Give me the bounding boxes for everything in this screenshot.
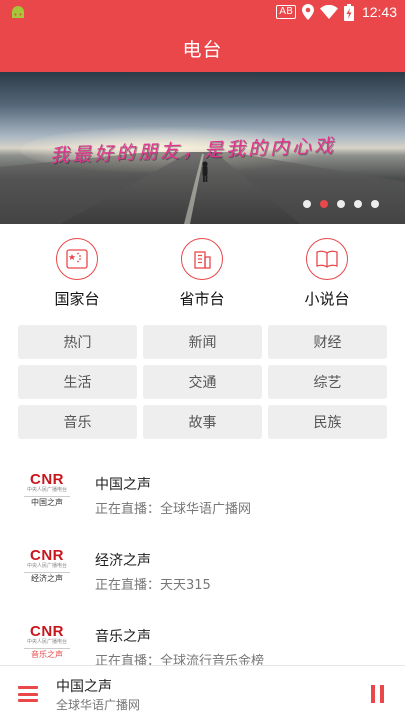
logo-mini-text: 中央人民广播电台 xyxy=(26,639,67,645)
station-logo: CNR 中央人民广播电台 中国之声 xyxy=(18,472,76,516)
tag-variety[interactable]: 综艺 xyxy=(268,365,387,399)
building-icon xyxy=(181,238,223,280)
tag-grid: 热门 新闻 财经 生活 交通 综艺 音乐 故事 民族 xyxy=(18,325,387,439)
logo-sub-text: 中国之声 xyxy=(24,496,70,509)
logo-cnr-text: CNR xyxy=(30,547,64,564)
category-label: 省市台 xyxy=(179,290,225,308)
logo-sub-text: 音乐之声 xyxy=(24,648,70,661)
carousel-dot[interactable] xyxy=(303,200,311,208)
battery-charging-icon xyxy=(343,3,354,21)
station-list: CNR 中央人民广播电台 中国之声 中国之声 正在直播：全球华语广播网 CNR … xyxy=(0,456,405,666)
category-national[interactable]: 国家台 xyxy=(32,238,122,309)
tag-traffic[interactable]: 交通 xyxy=(143,365,262,399)
station-logo: CNR 中央人民广播电台 音乐之声 xyxy=(18,624,76,666)
app-bar: 电台 xyxy=(0,24,405,72)
pause-icon[interactable] xyxy=(371,685,385,703)
logo-cnr-text: CNR xyxy=(30,623,64,640)
banner-carousel[interactable]: 我最好的朋友，是我的内心戏 xyxy=(0,72,405,224)
status-bar: AB 12:43 xyxy=(0,0,405,24)
tag-life[interactable]: 生活 xyxy=(18,365,137,399)
mini-player[interactable]: 中国之声 全球华语广播网 xyxy=(0,665,405,721)
station-now-playing: 正在直播：全球流行音乐金榜 xyxy=(95,654,265,666)
station-item[interactable]: CNR 中央人民广播电台 经济之声 经济之声 正在直播：天天315 xyxy=(0,532,405,608)
logo-mini-text: 中央人民广播电台 xyxy=(26,487,67,493)
location-icon xyxy=(301,4,314,20)
android-icon xyxy=(12,6,24,18)
carousel-dot[interactable] xyxy=(337,200,345,208)
tag-finance[interactable]: 财经 xyxy=(268,325,387,359)
carousel-dot-active[interactable] xyxy=(320,200,328,208)
category-label: 小说台 xyxy=(304,290,350,308)
book-icon xyxy=(306,238,348,280)
menu-icon[interactable] xyxy=(18,686,38,702)
station-item[interactable]: CNR 中央人民广播电台 音乐之声 音乐之声 正在直播：全球流行音乐金榜 xyxy=(0,608,405,666)
station-name: 经济之声 xyxy=(95,553,151,569)
tag-music[interactable]: 音乐 xyxy=(18,405,137,439)
status-time: 12:43 xyxy=(361,4,397,20)
station-name: 音乐之声 xyxy=(95,629,151,645)
logo-cnr-text: CNR xyxy=(30,471,64,488)
wifi-icon xyxy=(319,5,338,19)
station-now-playing: 正在直播：全球华语广播网 xyxy=(95,502,252,517)
player-subtitle: 全球华语广播网 xyxy=(56,698,141,712)
logo-mini-text: 中央人民广播电台 xyxy=(26,563,67,569)
carousel-dot[interactable] xyxy=(354,200,362,208)
tag-ethnic[interactable]: 民族 xyxy=(268,405,387,439)
category-province[interactable]: 省市台 xyxy=(157,238,247,309)
tag-news[interactable]: 新闻 xyxy=(143,325,262,359)
tag-hot[interactable]: 热门 xyxy=(18,325,137,359)
station-item[interactable]: CNR 中央人民广播电台 中国之声 中国之声 正在直播：全球华语广播网 xyxy=(0,456,405,532)
carousel-dot[interactable] xyxy=(371,200,379,208)
national-radio-icon xyxy=(56,238,98,280)
category-shortcuts: 国家台 省市台 小说台 xyxy=(0,238,405,310)
station-logo: CNR 中央人民广播电台 经济之声 xyxy=(18,548,76,592)
logo-sub-text: 经济之声 xyxy=(24,572,70,585)
player-title: 中国之声 xyxy=(56,679,112,695)
ab-badge: AB xyxy=(276,5,296,19)
carousel-indicator xyxy=(303,200,379,208)
tag-story[interactable]: 故事 xyxy=(143,405,262,439)
station-now-playing: 正在直播：天天315 xyxy=(95,578,211,593)
category-novel[interactable]: 小说台 xyxy=(282,238,372,309)
category-label: 国家台 xyxy=(54,290,100,308)
page-title: 电台 xyxy=(182,38,223,61)
station-name: 中国之声 xyxy=(95,477,151,493)
